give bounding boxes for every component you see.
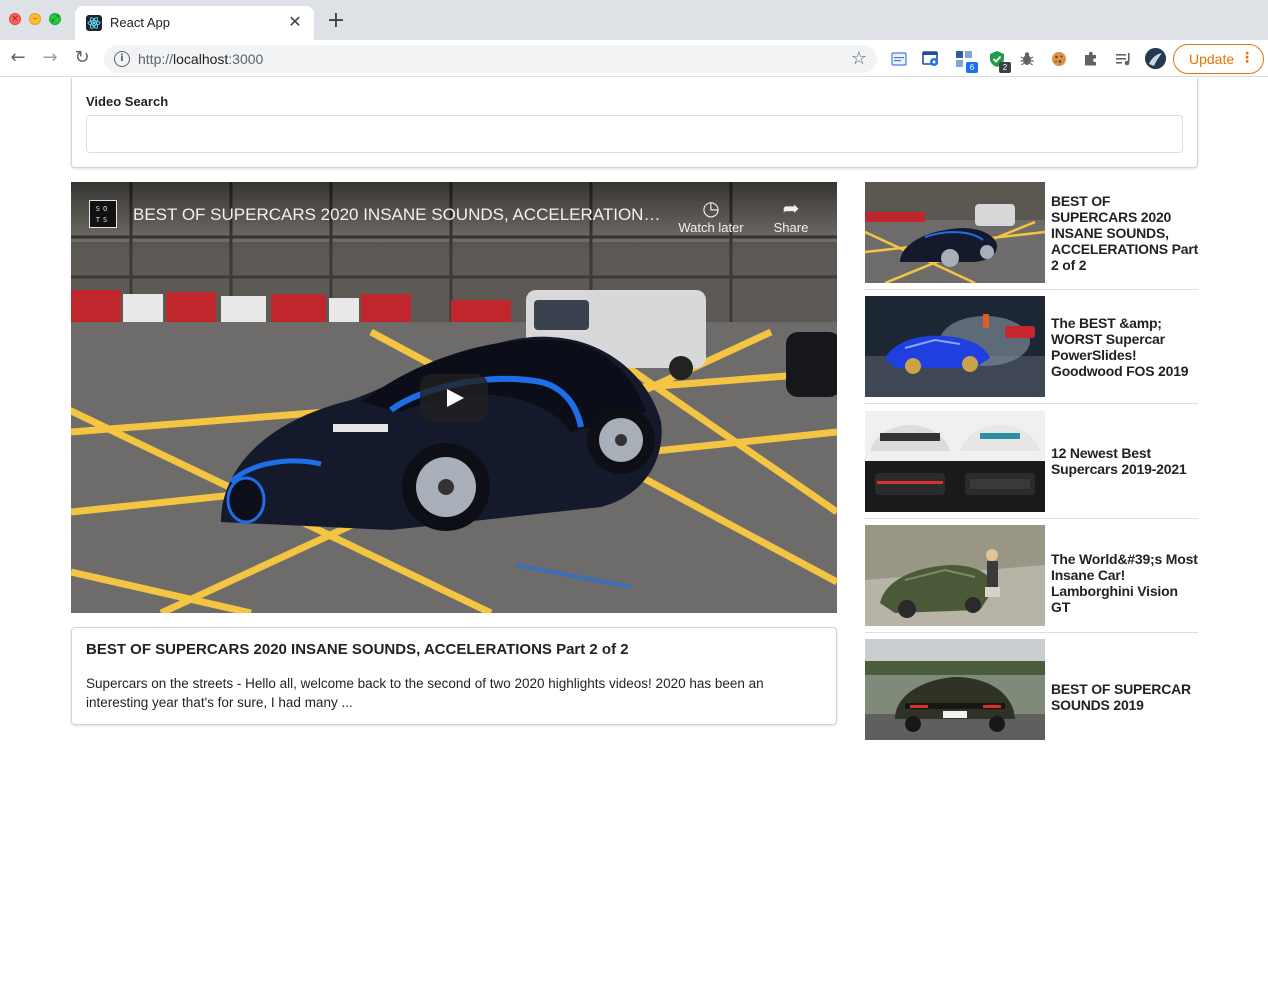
watch-later-label: Watch later <box>678 220 744 235</box>
browser-toolbar: ← → ↻ i http://localhost:3000 ☆ 6 2 Upda… <box>0 40 1268 77</box>
url-text[interactable]: http://localhost:3000 <box>138 51 263 67</box>
share-arrow-icon: ➦ <box>782 196 800 220</box>
update-label: Update <box>1189 51 1235 67</box>
profile-avatar[interactable] <box>1145 48 1166 69</box>
extension-cookie-icon[interactable] <box>1050 50 1068 68</box>
media-playlist-icon[interactable] <box>1114 50 1132 68</box>
extension-screen-capture-icon[interactable] <box>922 50 940 68</box>
extension-grid-icon[interactable]: 6 <box>955 50 978 73</box>
extension-badge-count: 2 <box>999 62 1011 73</box>
divider <box>865 289 1198 290</box>
video-list-item[interactable]: 12 Newest Best Supercars 2019-2021 <box>865 411 1198 525</box>
play-button[interactable] <box>420 374 488 422</box>
browser-tab-bar: × – ⤢ React App ✕ + <box>0 0 1268 40</box>
url-port: :3000 <box>228 51 264 67</box>
video-list-item-title[interactable]: BEST OF SUPERCARS 2020 INSANE SOUNDS, AC… <box>1051 193 1199 273</box>
close-icon: × <box>11 14 19 24</box>
video-list-item-title[interactable]: 12 Newest Best Supercars 2019-2021 <box>1051 445 1199 477</box>
video-list-item[interactable]: The BEST &amp; WORST Supercar PowerSlide… <box>865 296 1198 410</box>
divider <box>865 632 1198 633</box>
back-arrow-icon[interactable]: ← <box>7 47 29 69</box>
video-detail-description: Supercars on the streets - Hello all, we… <box>86 676 764 710</box>
new-tab-button[interactable]: + <box>325 10 347 32</box>
clock-icon: ◷ <box>702 196 720 220</box>
video-list-item[interactable]: BEST OF SUPERCAR SOUNDS 2019 <box>865 639 1198 753</box>
extensions-puzzle-icon[interactable] <box>1082 50 1100 68</box>
video-search-input[interactable] <box>86 115 1183 153</box>
video-thumbnail[interactable] <box>865 296 1045 397</box>
more-vert-icon[interactable]: ⋮ <box>1240 50 1254 66</box>
browser-tab-active[interactable]: React App ✕ <box>75 6 314 40</box>
divider <box>865 403 1198 404</box>
react-logo-icon <box>86 15 102 31</box>
update-button[interactable]: Update ⋮ <box>1173 44 1264 74</box>
video-thumbnail[interactable] <box>865 525 1045 626</box>
video-thumbnail[interactable] <box>865 182 1045 283</box>
maximize-icon: ⤢ <box>51 14 59 24</box>
video-list-item-title[interactable]: BEST OF SUPERCAR SOUNDS 2019 <box>1051 681 1199 713</box>
extension-shield-icon[interactable]: 2 <box>988 50 1011 73</box>
search-label: Video Search <box>86 94 169 109</box>
site-info-icon[interactable]: i <box>114 51 130 67</box>
app-root: Video Search SO TS BEST OF SUPERCARS 202… <box>0 78 1268 991</box>
minimize-icon: – <box>32 14 38 24</box>
watch-later-button[interactable]: ◷ Watch later <box>672 196 750 235</box>
video-detail-segment: BEST OF SUPERCARS 2020 INSANE SOUNDS, AC… <box>71 627 837 725</box>
close-window-button[interactable]: × <box>9 13 21 25</box>
tab-title: React App <box>110 15 170 30</box>
forward-arrow-icon[interactable]: → <box>39 47 61 69</box>
divider <box>865 518 1198 519</box>
video-list-item-title[interactable]: The BEST &amp; WORST Supercar PowerSlide… <box>1051 315 1199 379</box>
minimize-window-button[interactable]: – <box>29 13 41 25</box>
share-label: Share <box>773 220 809 235</box>
address-bar[interactable]: i http://localhost:3000 ☆ <box>104 45 877 73</box>
video-player[interactable]: SO TS BEST OF SUPERCARS 2020 INSANE SOUN… <box>71 182 837 613</box>
url-scheme: http:// <box>138 51 174 67</box>
maximize-window-button[interactable]: ⤢ <box>49 13 61 25</box>
tab-close-icon[interactable]: ✕ <box>285 12 305 32</box>
bookmark-star-icon[interactable]: ☆ <box>851 48 867 69</box>
extension-bug-icon[interactable] <box>1018 50 1036 68</box>
extension-badge-count: 6 <box>966 62 978 73</box>
video-list-item[interactable]: BEST OF SUPERCARS 2020 INSANE SOUNDS, AC… <box>865 182 1198 296</box>
url-host: localhost <box>173 51 229 67</box>
video-thumbnail[interactable] <box>865 639 1045 740</box>
extension-window-icon[interactable] <box>890 50 908 68</box>
video-list-item[interactable]: The World&#39;s Most Insane Car! Lamborg… <box>865 525 1198 639</box>
player-video-title[interactable]: BEST OF SUPERCARS 2020 INSANE SOUNDS, AC… <box>133 205 663 225</box>
video-thumbnail[interactable] <box>865 411 1045 512</box>
channel-logo[interactable]: SO TS <box>89 200 117 228</box>
reload-icon[interactable]: ↻ <box>71 47 93 69</box>
video-detail-title: BEST OF SUPERCARS 2020 INSANE SOUNDS, AC… <box>86 641 629 658</box>
search-bar-segment: Video Search <box>71 78 1198 168</box>
video-list-item-title[interactable]: The World&#39;s Most Insane Car! Lamborg… <box>1051 551 1199 615</box>
share-button[interactable]: ➦ Share <box>752 196 830 235</box>
